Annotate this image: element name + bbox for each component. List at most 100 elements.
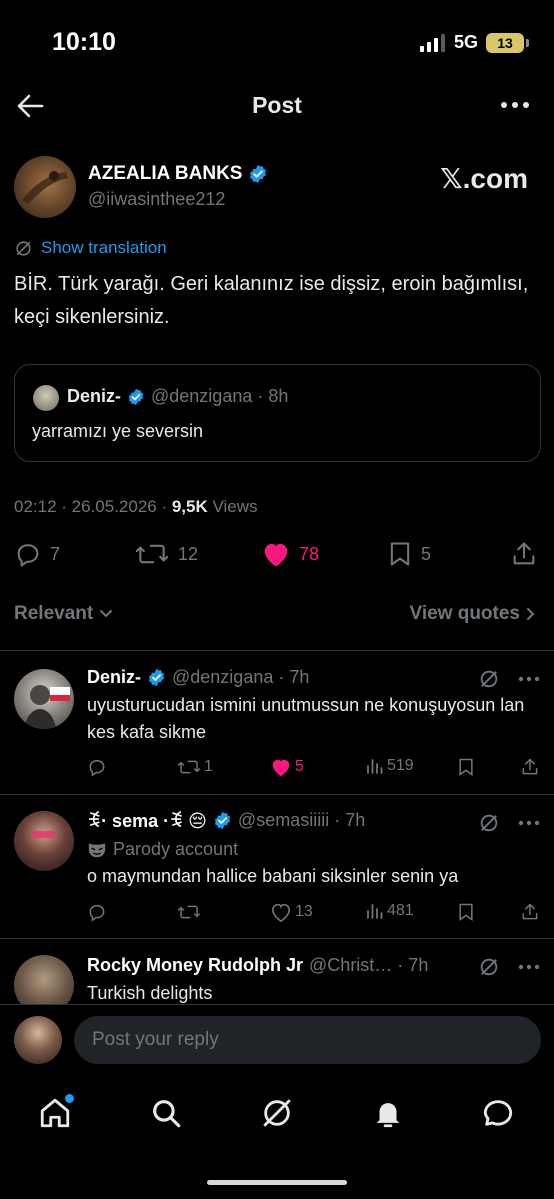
share-button[interactable]	[520, 757, 540, 777]
parody-label-row: Parody account	[87, 836, 537, 863]
reply-actions: 1 5 519	[87, 757, 542, 779]
verified-badge-icon	[250, 164, 267, 184]
more-options-button[interactable]	[500, 100, 530, 110]
grok-icon[interactable]	[478, 668, 500, 690]
like-button[interactable]: 13	[270, 902, 313, 922]
bookmark-button[interactable]	[457, 902, 475, 922]
nav-search[interactable]	[149, 1096, 183, 1130]
current-user-avatar[interactable]	[14, 1016, 62, 1064]
reply-header: Rocky Money Rudolph Jr @Christ… · 7h	[87, 955, 428, 976]
reply-author-name[interactable]: ꉂ· sema ·ꉂ 😔	[87, 809, 207, 832]
sort-relevant-label: Relevant	[14, 603, 94, 624]
status-indicators: 5G 13	[419, 32, 529, 53]
quoted-post[interactable]: Deniz- @denzigana · 8h yarramızı ye seve…	[14, 364, 541, 462]
heart-icon	[271, 903, 291, 922]
bookmark-icon	[390, 542, 410, 566]
notification-dot	[65, 1094, 74, 1103]
x-watermark: 𝕏.com	[440, 163, 528, 194]
verified-badge-icon	[128, 388, 144, 405]
more-dots-icon[interactable]	[518, 676, 540, 682]
views-button[interactable]: 519	[366, 757, 414, 775]
sort-relevant-button[interactable]: Relevant	[14, 603, 113, 625]
post-text: BİR. Türk yarağı. Geri kalanınız ise diş…	[14, 273, 529, 328]
reply-tools	[478, 812, 540, 834]
view-quotes-link[interactable]: View quotes	[409, 603, 536, 625]
quote-avatar	[33, 385, 59, 411]
reply-item[interactable]: ꉂ· sema ·ꉂ 😔 @semasiiiii · 7h Parody acc…	[0, 795, 554, 938]
quote-author-name: Deniz-	[67, 386, 121, 406]
more-dots-icon[interactable]	[518, 820, 540, 826]
reply-item[interactable]: Deniz- @denzigana · 7h uyusturucudan ism…	[0, 651, 554, 794]
author-handle[interactable]: @iiwasinthee212	[88, 189, 225, 210]
repost-button[interactable]: 12	[134, 540, 198, 568]
bar-chart-icon	[367, 759, 383, 774]
quote-header: Deniz- @denzigana · 8h	[67, 386, 288, 407]
verified-badge-icon	[148, 668, 165, 687]
repost-icon	[135, 544, 169, 564]
grok-icon	[263, 1099, 291, 1127]
author-name-row[interactable]: AZEALIA BANKS	[88, 163, 268, 185]
views-count: 481	[387, 902, 414, 919]
reply-handle-time: @denzigana · 7h	[172, 667, 310, 687]
bar-chart-icon	[367, 904, 383, 919]
reply-handle-time: @Christ… · 7h	[309, 955, 429, 975]
reply-tools	[478, 668, 540, 690]
share-button[interactable]	[520, 902, 540, 922]
reply-input[interactable]	[74, 1016, 541, 1064]
repost-icon	[177, 905, 201, 919]
repost-button[interactable]: 1	[177, 757, 213, 777]
message-icon	[483, 1100, 513, 1126]
status-time: 10:10	[52, 28, 116, 56]
more-dots-icon	[501, 102, 529, 108]
reply-button[interactable]	[87, 757, 107, 777]
mask-icon	[88, 842, 106, 857]
bookmark-button[interactable]	[457, 757, 475, 777]
nav-home[interactable]	[38, 1094, 74, 1130]
reply-item[interactable]: Rocky Money Rudolph Jr @Christ… · 7h Tur…	[0, 939, 554, 1004]
grok-icon	[16, 240, 31, 256]
more-dots-icon[interactable]	[518, 964, 540, 970]
repost-icon	[177, 760, 201, 774]
share-button[interactable]	[510, 540, 538, 568]
views-count: 9,5K	[171, 497, 208, 516]
bookmark-count: 5	[421, 543, 432, 564]
like-button[interactable]: 5	[270, 757, 304, 777]
verified-badge-icon	[214, 811, 231, 830]
repost-button[interactable]	[177, 902, 201, 922]
signal-icon	[419, 33, 445, 52]
nav-grok[interactable]	[260, 1096, 294, 1130]
heart-filled-icon	[272, 759, 290, 777]
reply-author-name[interactable]: Rocky Money Rudolph Jr	[87, 955, 303, 976]
parody-label: Parody account	[113, 839, 239, 859]
reply-avatar[interactable]	[14, 669, 74, 729]
nav-notifications[interactable]	[371, 1096, 405, 1130]
bookmark-button[interactable]: 5	[387, 540, 431, 568]
reply-icon	[89, 760, 105, 777]
reply-text: Turkish delights	[87, 983, 213, 1003]
bookmark-icon	[459, 758, 473, 776]
author-name: AZEALIA BANKS	[88, 163, 243, 184]
bottom-navigation	[0, 1084, 554, 1142]
nav-messages[interactable]	[481, 1096, 515, 1130]
views-button[interactable]: 481	[366, 902, 414, 920]
reply-author-name[interactable]: Deniz-	[87, 667, 141, 688]
show-translation-label: Show translation	[41, 238, 167, 257]
like-button[interactable]: 78	[261, 540, 319, 568]
post-timestamp: 02:12 · 26.05.2026 ·	[14, 497, 172, 516]
heart-filled-icon	[264, 544, 288, 567]
author-avatar[interactable]	[14, 156, 76, 218]
show-translation-link[interactable]: Show translation	[14, 238, 167, 258]
post-meta: 02:12 · 26.05.2026 · 9,5K Views	[14, 497, 258, 517]
reply-icon	[89, 905, 105, 922]
grok-icon[interactable]	[478, 956, 500, 978]
reply-button[interactable]: 7	[14, 540, 60, 568]
quote-handle-time: @denzigana · 8h	[151, 386, 289, 406]
chevron-right-icon	[527, 608, 535, 620]
reply-avatar[interactable]	[14, 955, 74, 1004]
reply-avatar[interactable]	[14, 811, 74, 871]
view-quotes-label: View quotes	[409, 603, 520, 624]
bell-icon	[376, 1103, 400, 1128]
reply-button[interactable]	[87, 902, 107, 922]
reply-text: uyusturucudan ismini unutmussun ne konuş…	[87, 695, 525, 742]
grok-icon[interactable]	[478, 812, 500, 834]
